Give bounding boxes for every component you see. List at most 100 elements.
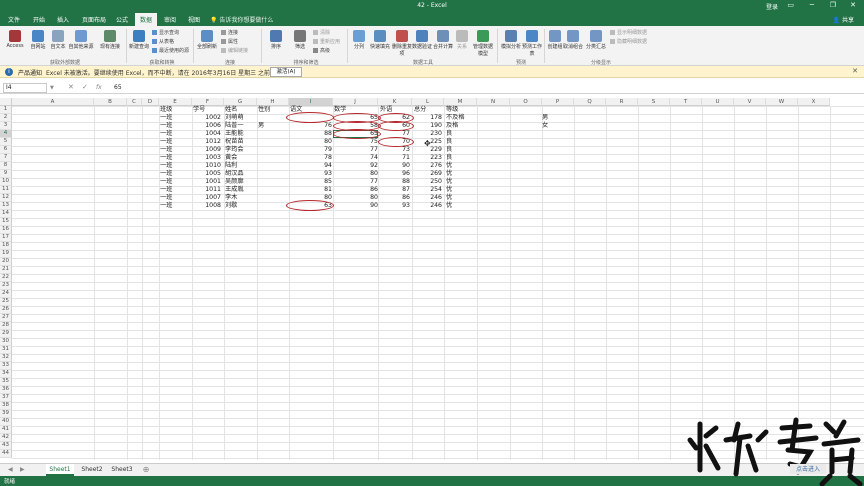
minimize-icon[interactable]: ─ (810, 1, 814, 9)
row-header-15[interactable]: 15 (0, 218, 12, 226)
row-header-11[interactable]: 11 (0, 186, 12, 194)
cell-f6[interactable]: 李筠会 (225, 146, 257, 154)
cell-f2[interactable]: 刘萌萌 (225, 114, 257, 122)
other-sources-button[interactable]: 自其他来源 (68, 30, 94, 50)
header-class[interactable]: 班级 (160, 106, 172, 114)
column-header-g[interactable]: G (224, 98, 257, 106)
column-header-v[interactable]: V (734, 98, 766, 106)
row-header-20[interactable]: 20 (0, 258, 12, 266)
cell-g3[interactable]: 男 (258, 122, 288, 130)
flash-fill-button[interactable]: 快速填充 (368, 30, 392, 50)
cell-g7[interactable] (258, 154, 288, 162)
manage-data-model-button[interactable]: 管理数据模型 (472, 30, 494, 57)
restore-icon[interactable]: ❐ (830, 1, 836, 9)
new-query-button[interactable]: 新建查询 (128, 30, 150, 50)
row-header-12[interactable]: 12 (0, 194, 12, 202)
cell-f10[interactable]: 吴颜廓 (225, 178, 257, 186)
show-queries-button[interactable]: 显示查询 (152, 29, 179, 36)
show-detail-button[interactable]: 显示明细数据 (610, 29, 647, 36)
row-header-33[interactable]: 33 (0, 362, 12, 370)
login-link[interactable]: 登录 (766, 2, 778, 11)
cell-j6[interactable]: 73 (380, 146, 410, 154)
data-validation-button[interactable]: 数据验证 (412, 30, 432, 50)
cell-i12[interactable]: 80 (334, 194, 378, 202)
cell-i10[interactable]: 77 (334, 178, 378, 186)
forecast-sheet-button[interactable]: 预测工作表 (522, 30, 542, 57)
cell-k10[interactable]: 250 (414, 178, 442, 186)
cell-j8[interactable]: 90 (380, 162, 410, 170)
row-header-41[interactable]: 41 (0, 426, 12, 434)
cell-e11[interactable]: 1011 (195, 186, 221, 194)
row-header-9[interactable]: 9 (0, 170, 12, 178)
header-name[interactable]: 姓名 (225, 106, 237, 114)
tab-formulas[interactable]: 公式 (116, 15, 128, 24)
cell-k3[interactable]: 190 (414, 122, 442, 130)
properties-button[interactable]: 属性 (221, 38, 238, 45)
edit-links-button[interactable]: 编辑链接 (221, 47, 248, 54)
cell-j11[interactable]: 87 (380, 186, 410, 194)
tab-insert[interactable]: 插入 (57, 15, 69, 24)
cell-f4[interactable]: 王能能 (225, 130, 257, 138)
cell-g10[interactable] (258, 178, 288, 186)
remove-duplicates-button[interactable]: 删除重复项 (392, 30, 412, 57)
cell-d6[interactable]: 一班 (160, 146, 184, 154)
cell-d7[interactable]: 一班 (160, 154, 184, 162)
row-header-31[interactable]: 31 (0, 346, 12, 354)
cell-f5[interactable]: 祝苗苗 (225, 138, 257, 146)
scroll-left-icon[interactable]: ◀ (8, 466, 13, 473)
row-header-30[interactable]: 30 (0, 338, 12, 346)
row-header-25[interactable]: 25 (0, 298, 12, 306)
column-header-q[interactable]: Q (574, 98, 606, 106)
cell-i5[interactable]: 75 (334, 138, 378, 146)
advanced-button[interactable]: 高级 (313, 47, 330, 54)
cell-d12[interactable]: 一班 (160, 194, 184, 202)
column-header-o[interactable]: O (510, 98, 542, 106)
row-header-32[interactable]: 32 (0, 354, 12, 362)
row-header-5[interactable]: 5 (0, 138, 12, 146)
cell-d8[interactable]: 一班 (160, 162, 184, 170)
cell-e7[interactable]: 1003 (195, 154, 221, 162)
cell-l4[interactable]: 良 (446, 130, 476, 138)
tab-sheet2[interactable]: Sheet2 (78, 464, 106, 476)
name-box[interactable]: I4 (3, 83, 47, 93)
row-header-40[interactable]: 40 (0, 418, 12, 426)
refresh-all-button[interactable]: 全部刷新 (196, 30, 218, 50)
tab-sheet1[interactable]: Sheet1 (46, 464, 74, 476)
row-header-23[interactable]: 23 (0, 282, 12, 290)
row-header-2[interactable]: 2 (0, 114, 12, 122)
row-header-21[interactable]: 21 (0, 266, 12, 274)
tab-page-layout[interactable]: 页面布局 (82, 15, 106, 24)
column-header-e[interactable]: E (159, 98, 192, 106)
column-header-t[interactable]: T (670, 98, 702, 106)
tell-me-search[interactable]: 💡 告诉我你想要做什么 (210, 15, 273, 24)
select-all-corner[interactable] (0, 98, 12, 106)
row-header-22[interactable]: 22 (0, 274, 12, 282)
cell-g2[interactable] (258, 114, 288, 122)
cell-g12[interactable] (258, 194, 288, 202)
tab-home[interactable]: 开始 (33, 15, 45, 24)
cell-d5[interactable]: 一班 (160, 138, 184, 146)
column-header-w[interactable]: W (766, 98, 798, 106)
tab-sheet3[interactable]: Sheet3 (108, 464, 136, 476)
header-total[interactable]: 总分 (414, 106, 426, 114)
cell-h4[interactable]: 88 (290, 130, 332, 138)
cell-f12[interactable]: 李木 (225, 194, 257, 202)
cell-h10[interactable]: 85 (290, 178, 332, 186)
cell-f7[interactable]: 黄会 (225, 154, 257, 162)
row-header-28[interactable]: 28 (0, 322, 12, 330)
tab-data[interactable]: 数据 (135, 13, 158, 26)
cell-g4[interactable] (258, 130, 288, 138)
column-header-k[interactable]: K (378, 98, 412, 106)
tab-review[interactable]: 审阅 (164, 15, 176, 24)
row-header-16[interactable]: 16 (0, 226, 12, 234)
cell-i11[interactable]: 86 (334, 186, 378, 194)
cell-h9[interactable]: 93 (290, 170, 332, 178)
column-header-j[interactable]: J (333, 98, 378, 106)
cell-f8[interactable]: 陆利 (225, 162, 257, 170)
cell-j10[interactable]: 88 (380, 178, 410, 186)
row-header-10[interactable]: 10 (0, 178, 12, 186)
tab-file[interactable]: 文件 (8, 15, 20, 24)
column-header-c[interactable]: C (127, 98, 142, 106)
cell-k7[interactable]: 223 (414, 154, 442, 162)
row-header-14[interactable]: 14 (0, 210, 12, 218)
